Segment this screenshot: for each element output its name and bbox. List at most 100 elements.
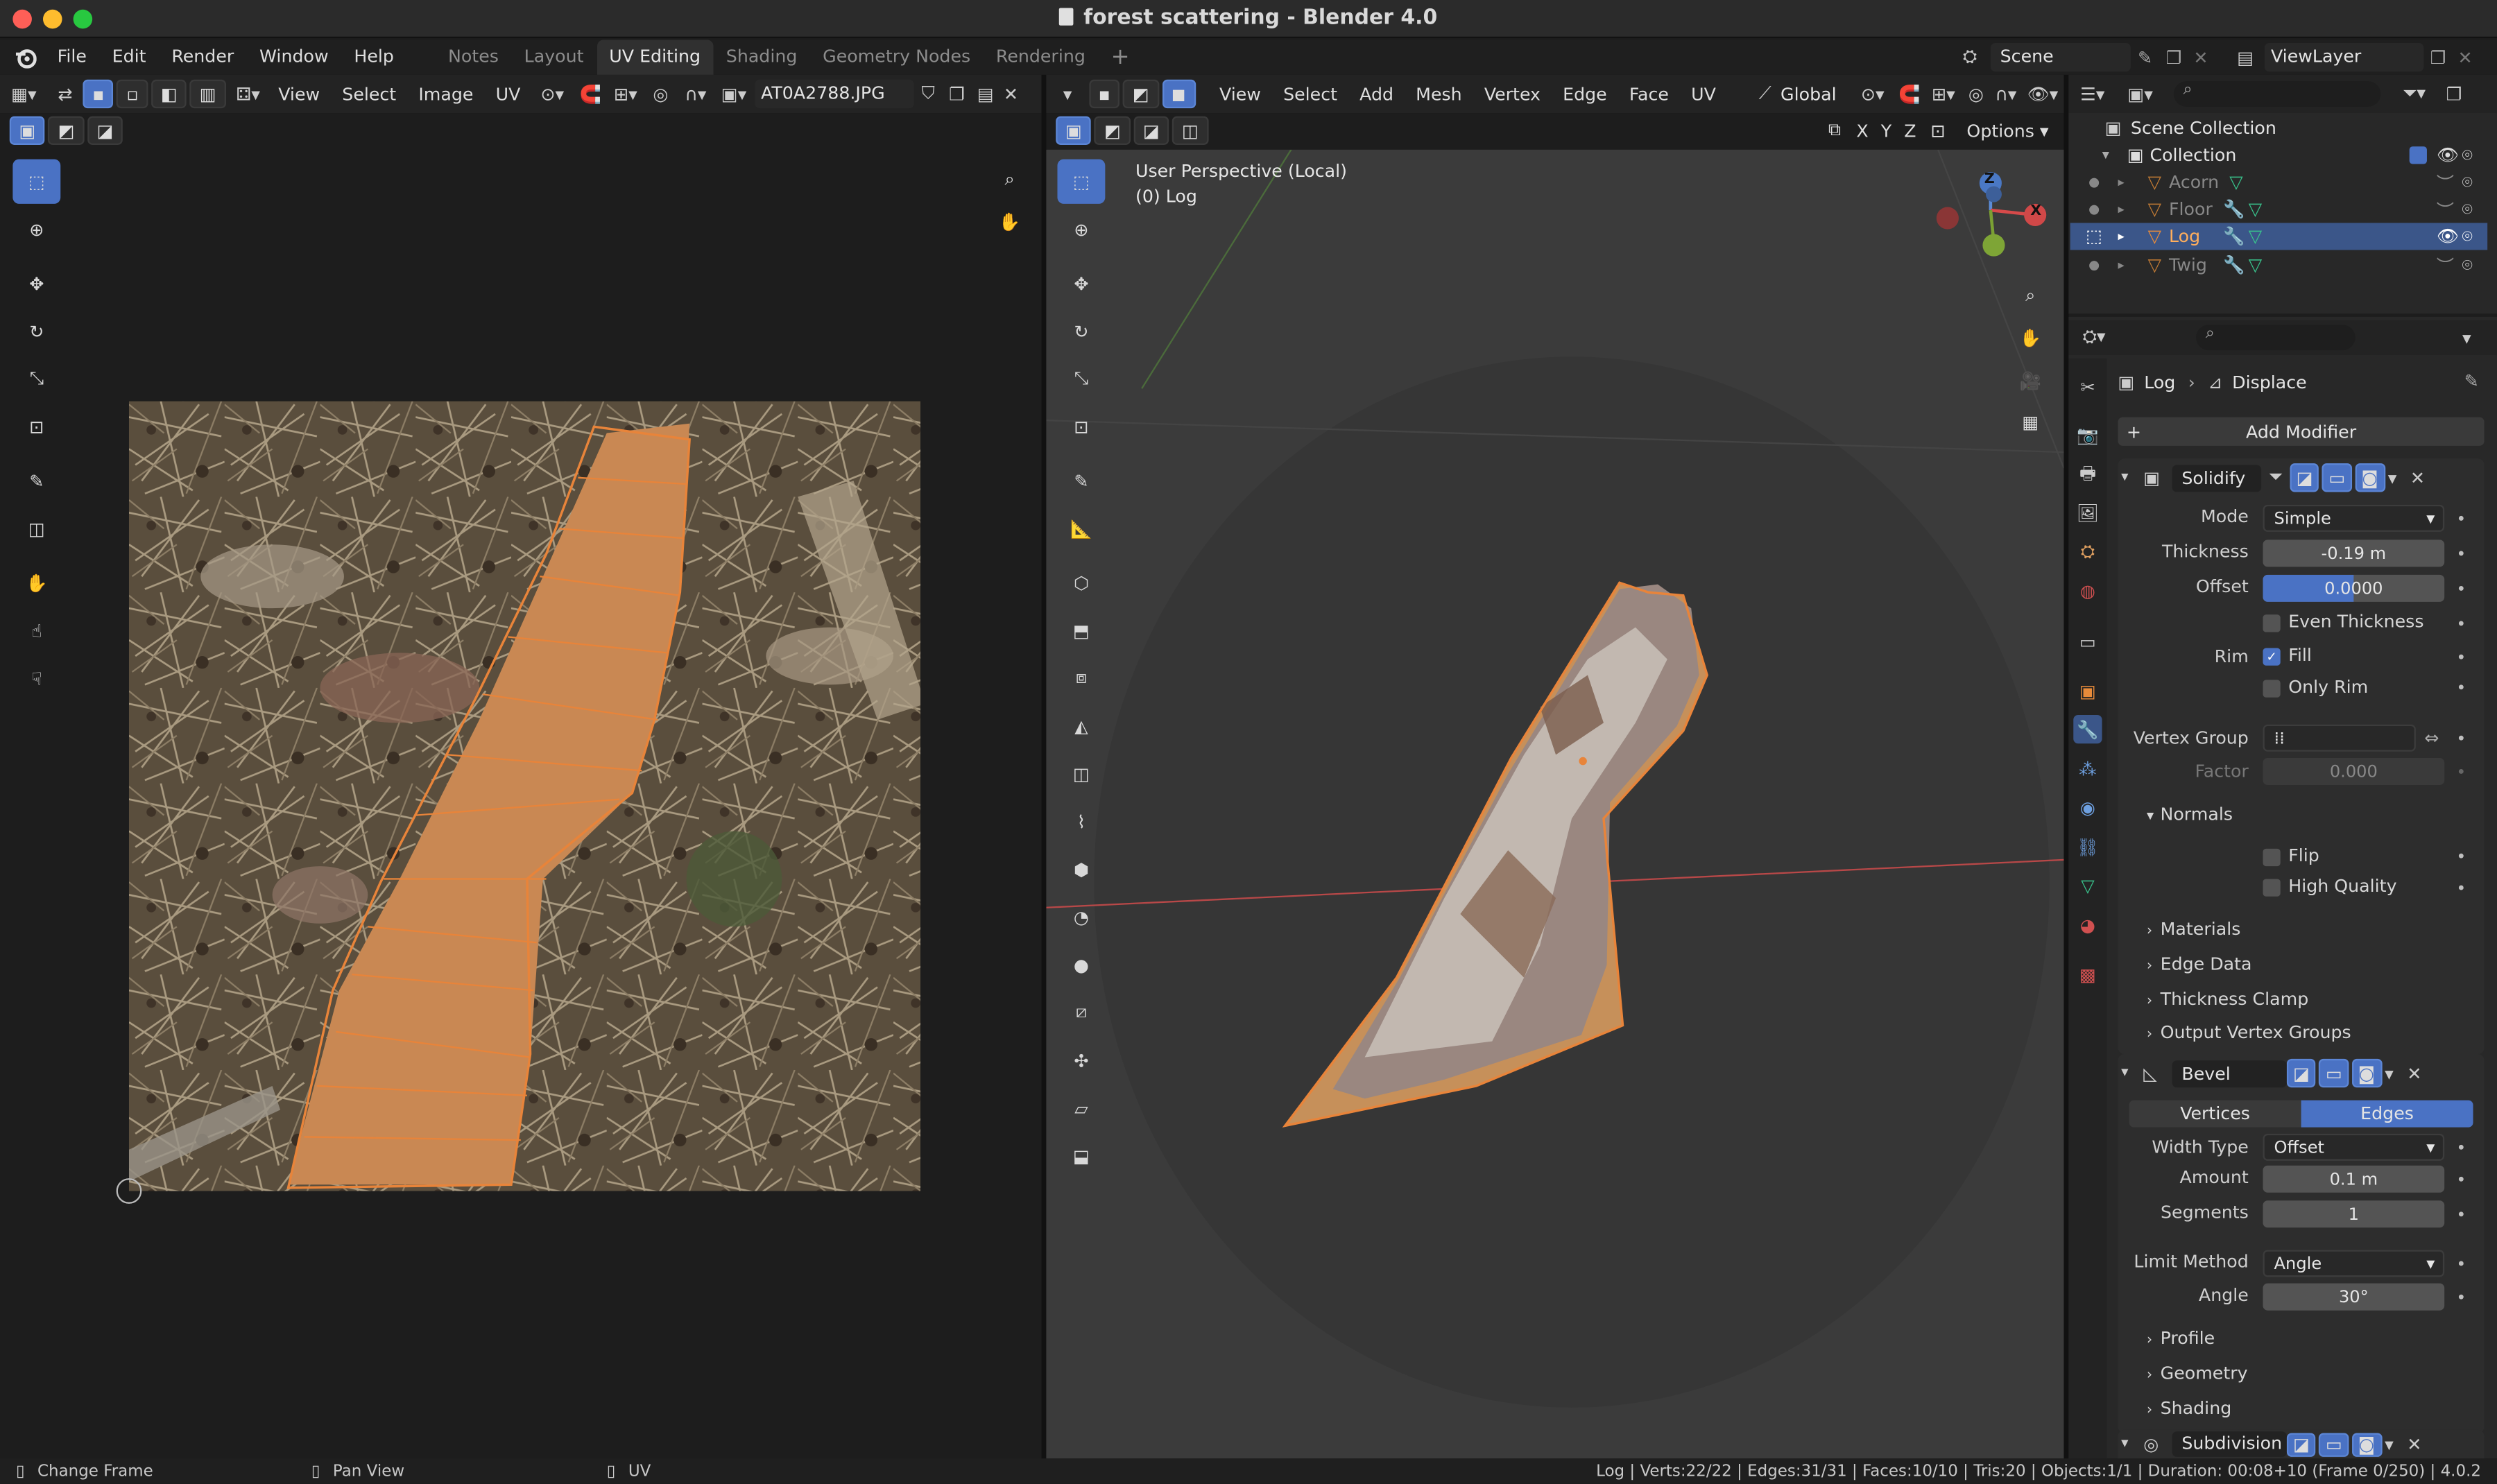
twig-visibility-icon[interactable]: ︶ xyxy=(2437,252,2462,278)
outliner-filter-icon[interactable]: ⏷▾ xyxy=(2390,83,2438,105)
output-tab-icon[interactable]: 🖶 xyxy=(2073,460,2102,489)
bevel-name-field[interactable]: Bevel xyxy=(2172,1060,2287,1087)
tab-notes[interactable]: Notes xyxy=(436,40,512,75)
solidify-viewport-icon[interactable]: ▭ xyxy=(2322,463,2352,492)
angle-keyframe-dot[interactable] xyxy=(2458,1294,2464,1300)
floor-expand-icon[interactable]: ▸ xyxy=(2118,202,2140,217)
bevel-edges-tab[interactable]: Edges xyxy=(2301,1100,2473,1128)
geometry-subpanel[interactable]: › Geometry xyxy=(2147,1363,2248,1383)
solidify-on-cage-icon[interactable]: ⏷ xyxy=(2261,467,2290,489)
image-name-field[interactable]: AT0A2788.JPG xyxy=(754,79,914,109)
viewport-pan-icon[interactable]: ✋ xyxy=(2013,316,2048,360)
scale-tool-icon[interactable]: ⤡ xyxy=(12,356,60,401)
only-rim-keyframe-dot[interactable] xyxy=(2458,684,2464,690)
factor-keyframe-dot[interactable] xyxy=(2458,769,2464,774)
physics-tab-icon[interactable]: ◉ xyxy=(2073,793,2102,821)
tool-tab-icon[interactable]: ✂ xyxy=(2073,372,2102,401)
output-vertex-groups-subpanel[interactable]: › Output Vertex Groups xyxy=(2147,1022,2351,1043)
view-layer-name[interactable]: ViewLayer xyxy=(2264,42,2424,72)
add-workspace-icon[interactable]: + xyxy=(1098,40,1142,75)
segments-keyframe-dot[interactable] xyxy=(2458,1211,2464,1217)
edge-select-mode-icon[interactable]: ▫ xyxy=(117,79,148,109)
viewport-menu-uv[interactable]: UV xyxy=(1680,84,1727,105)
solidify-render-icon[interactable]: ◙ xyxy=(2355,463,2385,492)
menu-render[interactable]: Render xyxy=(159,40,247,75)
snap-icon[interactable]: 🧲 xyxy=(573,84,608,105)
vp-move-tool-icon[interactable]: ✥ xyxy=(1057,261,1105,306)
menu-help[interactable]: Help xyxy=(341,40,406,75)
solidify-edit-mode-icon[interactable]: ◪ xyxy=(2290,463,2319,492)
collection-visibility-icon[interactable]: 👁 xyxy=(2437,145,2462,166)
viewport-snap-target-icon[interactable]: ⊞▾ xyxy=(1925,84,1962,105)
sync-selection-icon[interactable]: ⇄ xyxy=(48,84,83,105)
log-expand-icon[interactable]: ▸ xyxy=(2118,230,2140,244)
remove-scene-icon[interactable]: ✕ xyxy=(2188,47,2214,68)
tab-layout[interactable]: Layout xyxy=(511,40,597,75)
mirror-y-toggle[interactable]: Y xyxy=(1874,120,1898,141)
tab-geometry-nodes[interactable]: Geometry Nodes xyxy=(810,40,984,75)
acorn-expand-icon[interactable]: ▸ xyxy=(2118,175,2140,190)
open-image-icon[interactable]: ▤ xyxy=(971,84,999,105)
uv-texture-image[interactable] xyxy=(128,401,921,1191)
vp-poly-build-tool-icon[interactable]: ⬢ xyxy=(1057,847,1105,892)
offset-slider[interactable]: 0.0000 xyxy=(2263,574,2445,602)
bevel-edit-mode-icon[interactable]: ◪ xyxy=(2286,1058,2317,1088)
area-divider-right[interactable] xyxy=(2063,74,2069,1459)
outliner-item-twig[interactable]: ● ▸ ▽ Twig 🔧 ▽ ︶ ⌾ xyxy=(2070,252,2488,279)
viewport-snap-icon[interactable]: 🧲 xyxy=(1894,84,1925,105)
viewport-select-extend-icon[interactable]: ◩ xyxy=(1095,116,1131,145)
blender-logo-icon[interactable] xyxy=(6,40,44,75)
viewport-menu-add[interactable]: Add xyxy=(1348,84,1405,105)
editor-type-icon[interactable]: ▦▾ xyxy=(0,84,48,105)
outliner-collection[interactable]: ▾ ▣ Collection 👁 ⌾ xyxy=(2070,141,2488,169)
solidify-dropdown-icon[interactable]: ▾ xyxy=(2388,467,2410,488)
flip-checkbox[interactable]: Flip xyxy=(2263,845,2319,866)
vp-smooth-tool-icon[interactable]: ● xyxy=(1057,942,1105,987)
even-thickness-keyframe-dot[interactable] xyxy=(2458,621,2464,626)
uv-select-subtract-icon[interactable]: ◪ xyxy=(87,116,123,145)
vp-measure-tool-icon[interactable]: 📐 xyxy=(1057,506,1105,551)
offset-keyframe-dot[interactable] xyxy=(2458,585,2464,591)
menu-file[interactable]: File xyxy=(44,40,99,75)
viewport-select-subtract-icon[interactable]: ◪ xyxy=(1133,116,1169,145)
profile-subpanel[interactable]: › Profile xyxy=(2147,1328,2215,1349)
limit-method-dropdown[interactable]: Angle ▾ xyxy=(2263,1250,2445,1277)
segments-field[interactable]: 1 xyxy=(2263,1200,2445,1228)
vertex-group-field[interactable]: ⁞⁞ xyxy=(2263,724,2416,752)
vp-loop-cut-tool-icon[interactable]: ◫ xyxy=(1057,752,1105,796)
ortho-toggle-icon[interactable]: ▦ xyxy=(2013,402,2048,443)
cursor-tool-icon[interactable]: ⊕ xyxy=(12,207,60,251)
floor-visibility-icon[interactable]: ︶ xyxy=(2437,197,2462,223)
bevel-render-icon[interactable]: ◙ xyxy=(2351,1058,2382,1088)
fill-keyframe-dot[interactable] xyxy=(2458,654,2464,659)
acorn-render-icon[interactable]: ⌾ xyxy=(2462,171,2487,193)
collection-checkbox[interactable] xyxy=(2409,146,2427,164)
collection-tab-icon[interactable]: ▭ xyxy=(2073,628,2102,656)
scene-icon[interactable]: ⛭ xyxy=(1949,46,1991,69)
tab-uv-editing[interactable]: UV Editing xyxy=(596,40,714,75)
annotate-tool-icon[interactable]: ✎ xyxy=(12,458,60,503)
subdivision-name-field[interactable]: Subdivision xyxy=(2172,1431,2287,1457)
high-quality-checkbox[interactable]: High Quality xyxy=(2263,876,2397,897)
fake-user-icon[interactable]: ⛉ xyxy=(913,83,942,105)
uv-pan-icon[interactable]: ✋ xyxy=(994,207,1026,235)
viewport-menu-face[interactable]: Face xyxy=(1618,84,1680,105)
falloff-icon[interactable]: ∩▾ xyxy=(678,84,714,105)
viewport-menu-select[interactable]: Select xyxy=(1272,84,1348,105)
properties-options-icon[interactable]: ▾ xyxy=(2451,327,2482,348)
pin-properties-icon[interactable]: ✎ xyxy=(2459,368,2485,393)
vp-bevel-tool-icon[interactable]: ◭ xyxy=(1057,704,1105,748)
face-select-mode-icon[interactable]: ◧ xyxy=(151,79,187,109)
transform-tool-icon[interactable]: ⊡ xyxy=(12,404,60,449)
twig-render-icon[interactable]: ⌾ xyxy=(2462,254,2487,276)
subdivision-dropdown-icon[interactable]: ▾ xyxy=(2385,1434,2407,1455)
move-tool-icon[interactable]: ✥ xyxy=(12,261,60,306)
pinch-tool-icon[interactable]: ☟ xyxy=(12,656,60,700)
viewport-select-invert-icon[interactable]: ◫ xyxy=(1172,116,1208,145)
new-scene-icon[interactable]: ❐ xyxy=(2159,47,2188,68)
bevel-vertices-tab[interactable]: Vertices xyxy=(2129,1100,2301,1128)
vp-extrude-tool-icon[interactable]: ⬒ xyxy=(1057,608,1105,653)
collection-render-icon[interactable]: ⌾ xyxy=(2462,144,2487,166)
width-type-dropdown[interactable]: Offset ▾ xyxy=(2263,1133,2445,1161)
even-thickness-checkbox[interactable]: Even Thickness xyxy=(2263,612,2424,632)
